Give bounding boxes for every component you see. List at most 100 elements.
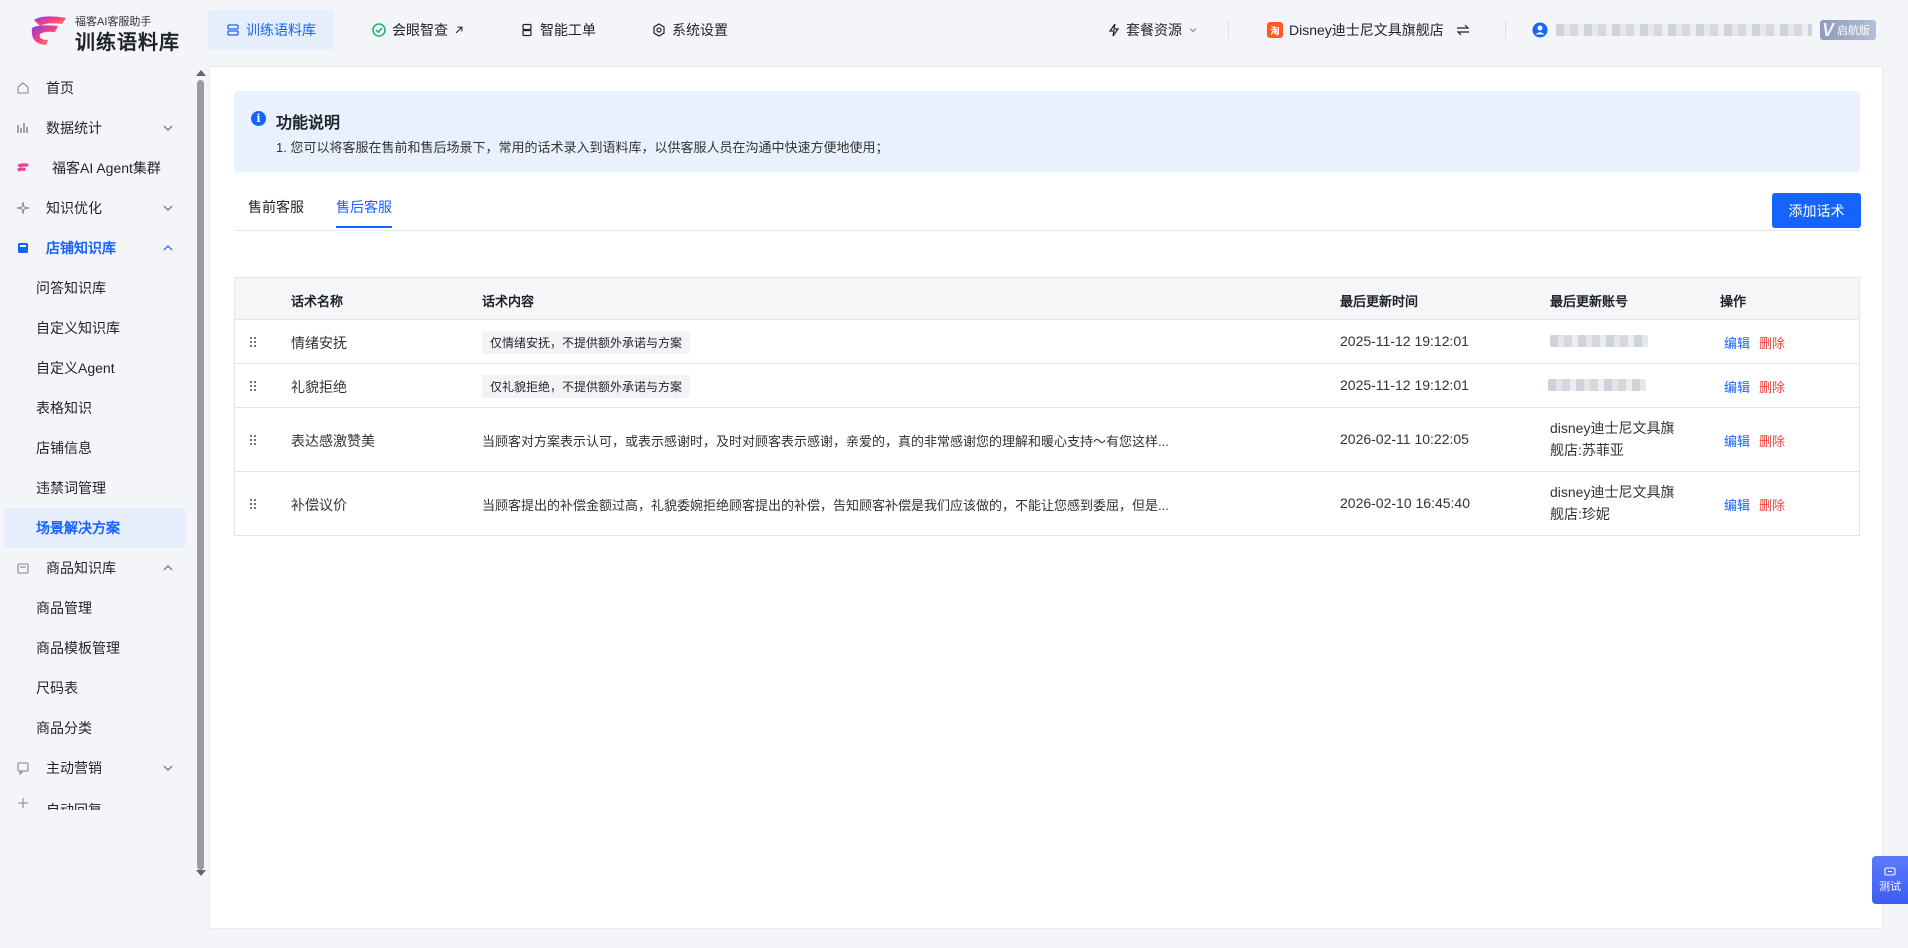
brand-logo-icon [17, 163, 29, 172]
ticket-icon [522, 23, 532, 37]
sidebar-subitem-qa[interactable]: 问答知识库 [4, 268, 186, 308]
edit-button[interactable]: 编辑 [1724, 377, 1750, 396]
drag-handle-icon[interactable] [249, 336, 257, 348]
nav-tab-label: 会眼智查 [392, 22, 448, 38]
drag-handle-icon[interactable] [249, 434, 257, 446]
brand[interactable]: 福客AI客服助手 训练语料库 [28, 12, 188, 54]
tab-presale[interactable]: 售前客服 [248, 197, 304, 226]
scroll-up-arrow-icon[interactable] [196, 70, 206, 76]
info-description: 1. 您可以将客服在售前和售后场景下，常用的话术录入到语料库，以供客服人员在沟通… [276, 140, 889, 155]
delete-button[interactable]: 删除 [1759, 495, 1785, 514]
sidebar-item-label: 商品知识库 [46, 560, 116, 576]
sidebar-item-product-knowledge[interactable]: 商品知识库 [4, 548, 186, 588]
edit-button[interactable]: 编辑 [1724, 431, 1750, 450]
sidebar-subitem-product-template[interactable]: 商品模板管理 [4, 628, 186, 668]
row-content: 当顾客提出的补偿金额过高，礼貌委婉拒绝顾客提出的补偿，告知顾客补偿是我们应该做的… [482, 498, 1169, 513]
sidebar-subitem-product-category[interactable]: 商品分类 [4, 708, 186, 748]
sidebar-subitem-product-mgmt[interactable]: 商品管理 [4, 588, 186, 628]
scroll-down-arrow-icon[interactable] [196, 870, 206, 876]
sidebar-item-knowledge-opt[interactable]: 知识优化 [4, 188, 186, 228]
user-avatar-icon [1532, 22, 1548, 38]
row-content-tag: 仅礼貌拒绝，不提供额外承诺与方案 [482, 375, 691, 398]
drag-handle-icon[interactable] [249, 380, 257, 392]
scroll-thumb[interactable] [197, 80, 204, 870]
sidebar-item-label: 福客AI Agent集群 [52, 160, 161, 176]
sidebar-item-label: 商品分类 [36, 720, 92, 736]
package-label: 套餐资源 [1126, 22, 1182, 38]
edit-button[interactable]: 编辑 [1724, 333, 1750, 352]
add-script-button[interactable]: 添加话术 [1772, 193, 1861, 228]
user-account-menu[interactable]: V 启航版 [1532, 10, 1877, 50]
sidebar-item-agent-cluster[interactable]: 福客AI Agent集群 [4, 148, 186, 188]
sidebar-scrollbar[interactable] [195, 70, 206, 878]
table-row: 补偿议价 当顾客提出的补偿金额过高，礼貌委婉拒绝顾客提出的补偿，告知顾客补偿是我… [235, 472, 1859, 535]
edit-button[interactable]: 编辑 [1724, 495, 1750, 514]
sidebar-item-label: 商品管理 [36, 600, 92, 616]
sidebar-item-marketing[interactable]: 主动营销 [4, 748, 186, 788]
row-account-line1: disney迪士尼文具旗 [1550, 420, 1675, 436]
header-content: 话术内容 [482, 294, 535, 309]
sidebar-subitem-banned-words[interactable]: 违禁词管理 [4, 468, 186, 508]
chat-icon [1884, 866, 1896, 876]
sidebar-item-label: 场景解决方案 [36, 520, 120, 536]
header-account: 最后更新账号 [1550, 294, 1629, 309]
info-title: 功能说明 [276, 115, 341, 132]
shop-switcher[interactable]: 淘 Disney迪士尼文具旗舰店 [1267, 10, 1470, 50]
row-name: 礼貌拒绝 [291, 379, 347, 395]
sidebar-item-label: 首页 [46, 80, 74, 96]
info-icon: i [251, 111, 266, 126]
sidebar-subitem-table-knowledge[interactable]: 表格知识 [4, 388, 186, 428]
sidebar-item-shop-knowledge[interactable]: 店铺知识库 [4, 228, 186, 268]
row-content-tag: 仅情绪安抚，不提供额外承诺与方案 [482, 331, 691, 354]
check-circle-icon [372, 23, 386, 37]
sidebar-item-stats[interactable]: 数据统计 [4, 108, 186, 148]
row-name: 情绪安抚 [291, 335, 347, 351]
delete-button[interactable]: 删除 [1759, 431, 1785, 450]
nav-tab-corpus[interactable]: 训练语料库 [208, 10, 334, 50]
header-ops: 操作 [1720, 294, 1747, 309]
row-account-line2: 舰店:苏菲亚 [1550, 442, 1624, 458]
info-panel: i 功能说明 1. 您可以将客服在售前和售后场景下，常用的话术录入到语料库，以供… [234, 91, 1860, 172]
chevron-up-icon [163, 565, 173, 571]
delete-button[interactable]: 删除 [1759, 333, 1785, 352]
chevron-down-icon [1189, 28, 1197, 33]
nav-tab-settings[interactable]: 系统设置 [634, 10, 746, 50]
brand-title: 训练语料库 [75, 32, 180, 54]
home-icon [17, 82, 29, 94]
vip-v-icon: V [1822, 19, 1835, 40]
delete-button[interactable]: 删除 [1759, 377, 1785, 396]
test-float-button[interactable]: 测试 [1872, 856, 1908, 904]
sidebar-subitem-custom-agent[interactable]: 自定义Agent [4, 348, 186, 388]
row-name: 表达感激赞美 [291, 433, 375, 449]
tab-aftersale[interactable]: 售后客服 [336, 197, 392, 228]
sidebar-item-home[interactable]: 首页 [4, 68, 186, 108]
chevron-up-icon [163, 245, 173, 251]
vip-label: 启航版 [1837, 25, 1871, 37]
header-time: 最后更新时间 [1340, 294, 1419, 309]
drag-handle-icon[interactable] [249, 498, 257, 510]
chevron-down-icon [163, 205, 173, 211]
lightning-icon [1108, 23, 1120, 37]
row-account-line1: disney迪士尼文具旗 [1550, 484, 1675, 500]
masked-account-name [1556, 24, 1812, 36]
sidebar-subitem-custom-kb[interactable]: 自定义知识库 [4, 308, 186, 348]
sidebar-subitem-scene-solutions[interactable]: 场景解决方案 [4, 508, 186, 548]
row-time: 2025-11-12 19:12:01 [1340, 377, 1469, 393]
sidebar-item-label: 表格知识 [36, 400, 92, 416]
nav-tab-ticket[interactable]: 智能工单 [502, 10, 614, 50]
bar-chart-icon [17, 123, 28, 133]
row-account-line2: 舰店:珍妮 [1550, 506, 1610, 522]
sidebar-item-auto-reply[interactable]: 自动回复 [4, 788, 186, 810]
row-time: 2025-11-12 19:12:01 [1340, 333, 1469, 349]
sidebar-item-label: 数据统计 [46, 120, 102, 136]
nav-tab-inspection[interactable]: 会眼智查 [354, 10, 482, 50]
package-resources-dropdown[interactable]: 套餐资源 [1108, 10, 1198, 50]
sidebar-subitem-size-chart[interactable]: 尺码表 [4, 668, 186, 708]
sidebar-subitem-shop-info[interactable]: 店铺信息 [4, 428, 186, 468]
row-content: 当顾客对方案表示认可，或表示感谢时，及时对顾客表示感谢，亲爱的，真的非常感谢您的… [482, 434, 1169, 449]
table-row: 礼貌拒绝 仅礼貌拒绝，不提供额外承诺与方案 2025-11-12 19:12:0… [235, 364, 1859, 408]
sidebar-item-label: 店铺知识库 [46, 240, 116, 256]
vip-badge: V 启航版 [1820, 19, 1877, 40]
row-name: 补偿议价 [291, 497, 347, 513]
switch-arrows-icon [1456, 24, 1470, 36]
